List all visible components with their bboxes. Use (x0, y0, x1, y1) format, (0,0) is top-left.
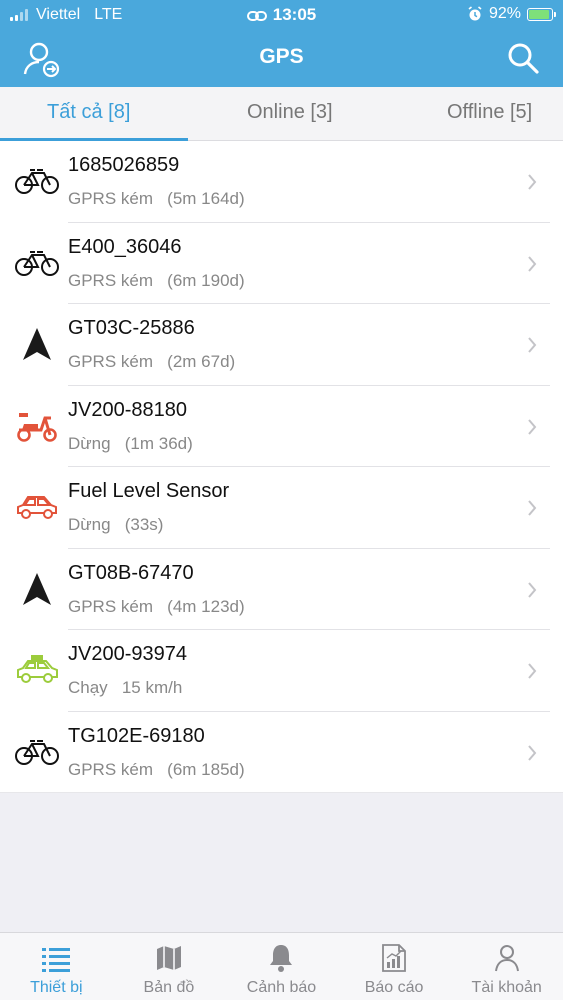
taxi-icon (15, 652, 59, 688)
device-name: GT03C-25886 (68, 317, 195, 339)
account-icon (494, 945, 519, 972)
chevron-right-icon (528, 663, 537, 679)
chevron-right-icon (528, 500, 537, 516)
map-icon (156, 946, 181, 970)
device-row[interactable]: JV200-88180 Dừng (1m 36d) (0, 386, 563, 467)
chevron-right-icon (528, 255, 537, 272)
battery-percent: 92% (488, 5, 521, 22)
device-status: GPRS kém (2m 67d) (68, 352, 236, 371)
bicycle-icon (15, 734, 59, 770)
device-name: GT08B-67470 (68, 561, 194, 584)
bottom-tab-reports[interactable]: Báo cáo (338, 933, 451, 1000)
device-status: GPRS kém (5m 164d) (68, 189, 245, 208)
bottom-tab-label: Cảnh báo (246, 979, 317, 996)
bell-icon (270, 945, 293, 972)
scooter-icon (15, 408, 59, 444)
link-icon (246, 11, 267, 21)
device-row[interactable]: E400_36046 GPRS kém (6m 190d) (0, 223, 563, 304)
battery-icon (527, 7, 556, 21)
device-name: 1685026859 (68, 154, 180, 176)
device-list: 1685026859 GPRS kém (5m 164d) E400_36046… (0, 141, 563, 793)
device-name: TG102E-69180 (68, 724, 205, 747)
filter-tabs: Tất cả [8] Online [3] Offline [5] (0, 87, 563, 141)
bicycle-icon (15, 245, 59, 281)
device-status: Chạy 15 km/h (68, 678, 183, 697)
bottom-tab-bar: Thiết bị Bản đồ Cảnh báo Báo cáo Tài kho… (0, 932, 563, 1000)
bottom-tab-alerts[interactable]: Cảnh báo (225, 933, 338, 1000)
device-row[interactable]: JV200-93974 Chạy 15 km/h (0, 630, 563, 712)
device-status: Dừng (33s) (68, 515, 164, 534)
chevron-right-icon (528, 581, 537, 598)
page-title: GPS (259, 45, 304, 68)
bottom-tab-devices[interactable]: Thiết bị (0, 933, 113, 1000)
device-name: Fuel Level Sensor (68, 480, 230, 502)
bottom-tab-account[interactable]: Tài khoản (450, 933, 563, 1000)
device-row[interactable]: GT03C-25886 GPRS kém (2m 67d) (0, 304, 563, 386)
device-status: GPRS kém (6m 185d) (68, 759, 245, 779)
search-icon[interactable] (507, 42, 539, 74)
device-name: JV200-88180 (68, 398, 187, 421)
device-row[interactable]: TG102E-69180 GPRS kém (6m 185d) (0, 712, 563, 793)
status-bar: Viettel LTE 13:05 92% (0, 0, 563, 28)
bottom-tab-label: Báo cáo (364, 979, 424, 996)
bottom-tab-map[interactable]: Bản đồ (113, 933, 226, 1000)
top-bar: Viettel LTE 13:05 92% GPS (0, 0, 563, 87)
car-icon (15, 489, 59, 525)
tab-online[interactable]: Online [3] (247, 101, 333, 124)
list-icon (42, 948, 71, 972)
alarm-icon (468, 6, 482, 21)
bottom-tab-label: Bản đồ (143, 979, 195, 996)
chevron-right-icon (528, 337, 537, 353)
device-status: GPRS kém (6m 190d) (68, 270, 245, 290)
navigation-arrow-icon (15, 326, 59, 362)
device-status: GPRS kém (4m 123d) (68, 596, 245, 616)
device-status: Dừng (1m 36d) (68, 433, 193, 453)
tab-all[interactable]: Tất cả [8] (47, 101, 130, 124)
tab-offline[interactable]: Offline [5] (447, 101, 532, 124)
nav-bar: GPS (0, 30, 563, 87)
device-row[interactable]: GT08B-67470 GPRS kém (4m 123d) (0, 549, 563, 630)
bottom-tab-label: Thiết bị (30, 979, 83, 996)
chevron-right-icon (528, 744, 537, 761)
chevron-right-icon (528, 418, 537, 435)
device-name: E400_36046 (68, 235, 182, 258)
device-row[interactable]: 1685026859 GPRS kém (5m 164d) (0, 141, 563, 223)
device-name: JV200-93974 (68, 643, 187, 665)
bicycle-icon (15, 163, 59, 199)
chevron-right-icon (528, 174, 537, 190)
clock: 13:05 (272, 5, 317, 24)
device-row[interactable]: Fuel Level Sensor Dừng (33s) (0, 467, 563, 549)
bottom-tab-label: Tài khoản (471, 979, 542, 996)
navigation-arrow-icon (15, 571, 59, 607)
report-chart-icon (382, 944, 406, 972)
